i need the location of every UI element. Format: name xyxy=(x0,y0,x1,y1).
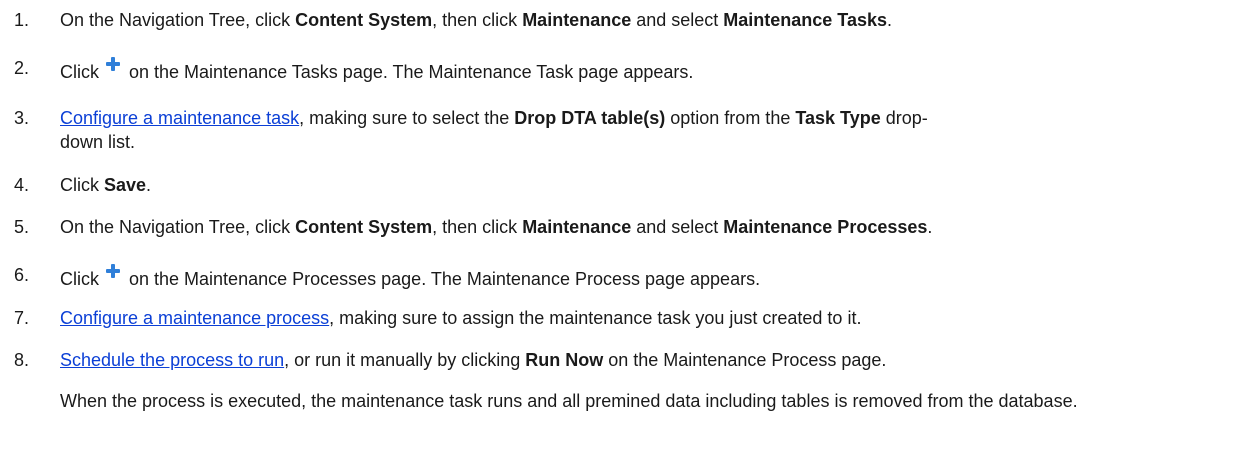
ui-term: Task Type xyxy=(795,108,881,128)
ui-term: Maintenance Tasks xyxy=(723,10,888,30)
step-text: Schedule the process to run, or run it m… xyxy=(60,348,1220,372)
step-text-run: down list. xyxy=(60,132,136,152)
result-note: When the process is executed, the mainte… xyxy=(60,391,1078,411)
ui-term: Content System xyxy=(295,10,433,30)
step-text-run: , making sure to assign the maintenance … xyxy=(329,308,862,328)
ui-term: Content System xyxy=(295,217,433,237)
ui-term: Save xyxy=(104,175,147,195)
step-text-run: and select xyxy=(631,10,724,30)
step-number: 4. xyxy=(14,175,30,195)
ui-term: Maintenance xyxy=(522,217,632,237)
step-text-run: . xyxy=(887,10,893,30)
step-text-run: , or run it manually by clicking xyxy=(284,350,526,370)
step-text-run: option from the xyxy=(665,108,796,128)
step-text-run: On the Navigation Tree, click xyxy=(60,10,296,30)
ui-term: Run Now xyxy=(525,350,604,370)
step-text-run: , then click xyxy=(432,10,523,30)
step-text: Click on the Maintenance Processes page. … xyxy=(60,263,1220,291)
ui-term: Drop DTA table(s) xyxy=(514,108,666,128)
step-text: Click Save. xyxy=(60,173,1220,197)
step-text-run: drop- xyxy=(880,108,928,128)
plus-icon[interactable] xyxy=(105,263,121,279)
step-text: On the Navigation Tree, click Content Sy… xyxy=(60,215,1220,239)
plus-icon[interactable] xyxy=(105,56,121,72)
step-number: 8. xyxy=(14,350,30,370)
schedule-process-link[interactable]: Schedule the process to run xyxy=(60,350,284,370)
step-number: 1. xyxy=(14,10,30,30)
configure-process-link[interactable]: Configure a maintenance process xyxy=(60,308,329,328)
step-number: 7. xyxy=(14,308,30,328)
step-number: 3. xyxy=(14,108,30,128)
step-text: Configure a maintenance process, making … xyxy=(60,306,1220,330)
step-text-run: on the Maintenance Processes page. The M… xyxy=(129,269,761,289)
step-text-run: . xyxy=(146,175,152,195)
step-number: 2. xyxy=(14,58,30,78)
step-text-run: Click xyxy=(60,175,104,195)
ui-term: Maintenance Processes xyxy=(723,217,928,237)
step-text: Configure a maintenance task, making sur… xyxy=(60,106,1220,154)
step-text: On the Navigation Tree, click Content Sy… xyxy=(60,8,1220,32)
ui-term: Maintenance xyxy=(522,10,632,30)
step-text-run: , making sure to select the xyxy=(299,108,515,128)
step-text-run: On the Navigation Tree, click xyxy=(60,217,296,237)
step-text: Click on the Maintenance Tasks page. The … xyxy=(60,56,1220,84)
step-text-run: on the Maintenance Process page. xyxy=(603,350,887,370)
step-text-run: and select xyxy=(631,217,724,237)
configure-task-link[interactable]: Configure a maintenance task xyxy=(60,108,299,128)
step-text-run: Click xyxy=(60,269,99,289)
step-text-run: on the Maintenance Tasks page. The Maint… xyxy=(129,62,694,82)
step-text-run: Click xyxy=(60,62,99,82)
step-text-run: , then click xyxy=(432,217,523,237)
step-text-run: . xyxy=(927,217,933,237)
step-number: 5. xyxy=(14,217,30,237)
step-number: 6. xyxy=(14,265,30,285)
